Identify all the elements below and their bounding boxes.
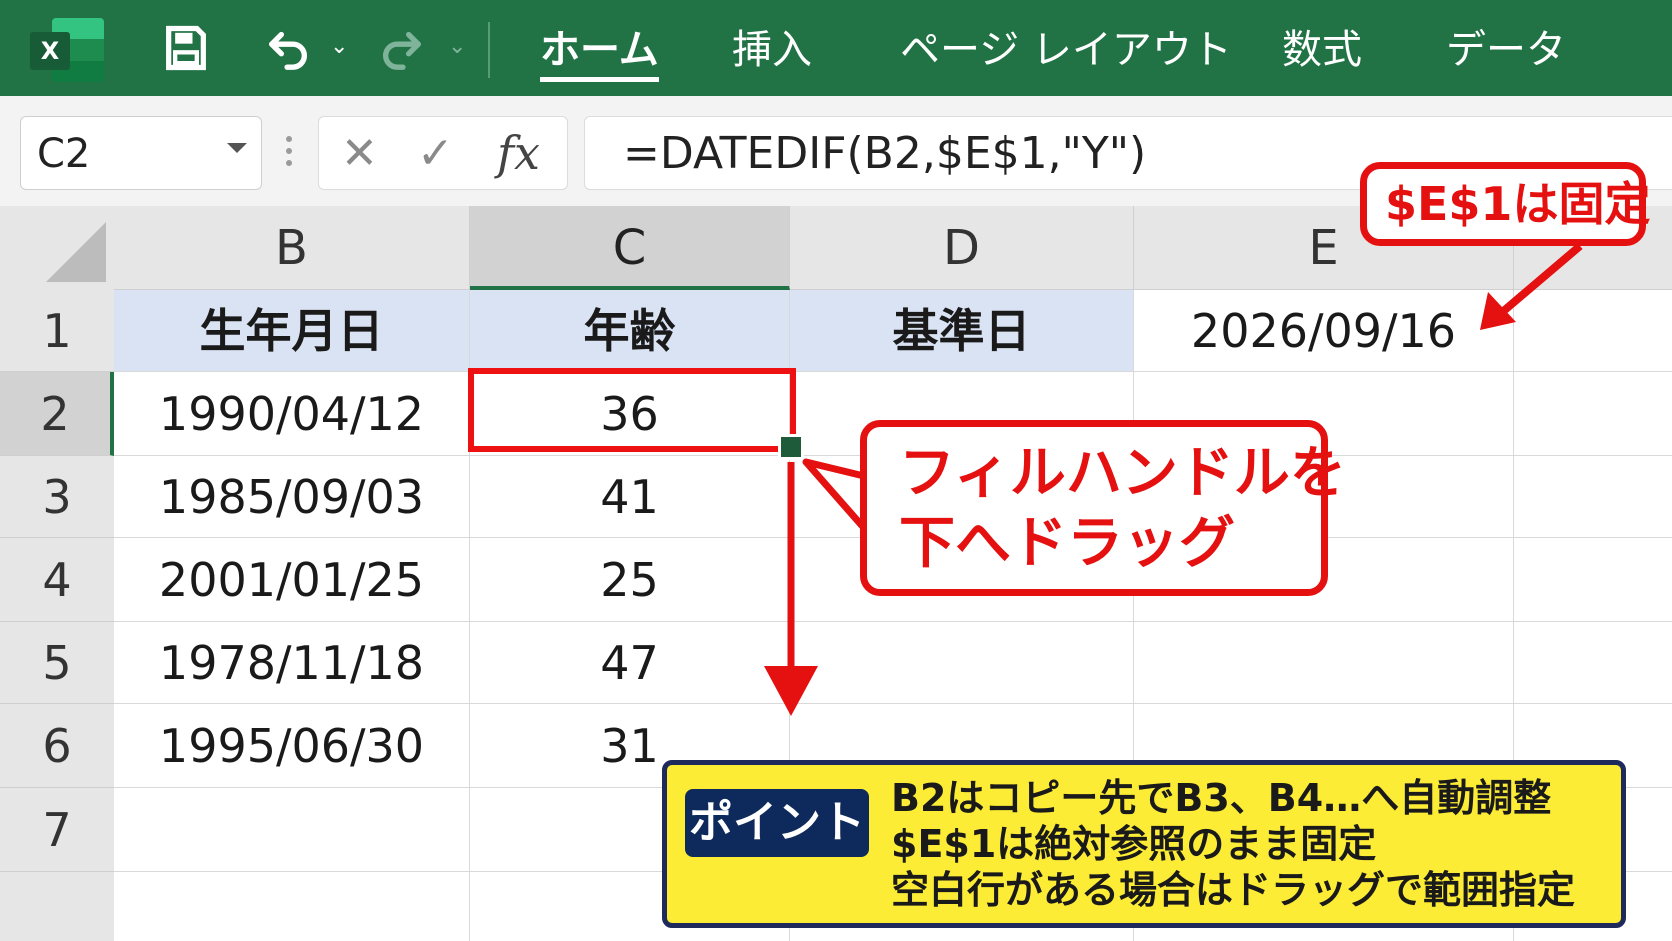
cell-b5[interactable]: 1978/11/18 — [114, 622, 470, 704]
name-box-value: C2 — [37, 131, 91, 177]
row-header-7[interactable]: 7 — [0, 788, 114, 872]
tab-insert[interactable]: 挿入 — [732, 22, 812, 78]
cell-c4[interactable]: 25 — [470, 538, 790, 622]
tip-line-3: 空白行がある場合はドラッグで範囲指定 — [891, 868, 1576, 912]
fill-handle[interactable] — [778, 434, 804, 460]
cell-b8[interactable] — [114, 872, 470, 941]
column-header-d[interactable]: D — [790, 206, 1134, 290]
fill-callout-line-2: 下へドラッグ — [899, 511, 1235, 576]
row-header-6[interactable]: 6 — [0, 704, 114, 788]
cell-f4[interactable] — [1514, 538, 1672, 622]
cell-f2[interactable] — [1514, 372, 1672, 456]
formula-bar-grip-icon[interactable] — [286, 136, 292, 172]
selected-cell-highlight — [468, 368, 796, 452]
cell-e5[interactable] — [1134, 622, 1514, 704]
tab-page-layout[interactable]: ページ レイアウト — [900, 22, 1232, 78]
enter-icon[interactable]: ✓ — [417, 127, 454, 181]
cell-b2[interactable]: 1990/04/12 — [114, 372, 470, 456]
redo-icon[interactable] — [378, 22, 424, 74]
absolute-ref-callout-text: $E$1は固定 — [1385, 177, 1651, 231]
cell-d1[interactable]: 基準日 — [790, 290, 1134, 372]
cancel-icon[interactable]: ✕ — [341, 127, 378, 181]
row-header-1[interactable]: 1 — [0, 290, 114, 372]
row-header-2[interactable]: 2 — [0, 372, 114, 456]
ribbon: X ⌄ ⌄ ホーム 挿入 ページ レイアウト 数式 データ — [0, 0, 1672, 96]
tip-label: ポイント — [685, 789, 869, 857]
save-icon[interactable] — [160, 22, 212, 74]
cell-b7[interactable] — [114, 788, 470, 872]
tip-box: ポイント B2はコピー先でB3、B4…へ自動調整 $E$1は絶対参照のまま固定 … — [662, 760, 1626, 928]
cell-c1[interactable]: 年齢 — [470, 290, 790, 372]
ribbon-divider — [488, 22, 490, 78]
absolute-ref-callout: $E$1は固定 — [1360, 162, 1650, 246]
select-all-button[interactable] — [0, 206, 114, 290]
row-header-5[interactable]: 5 — [0, 622, 114, 704]
formula-buttons: ✕ ✓ fx — [318, 116, 568, 190]
name-box[interactable]: C2 — [20, 116, 262, 190]
excel-logo-icon: X — [30, 18, 104, 82]
cell-c5[interactable]: 47 — [470, 622, 790, 704]
cell-b1[interactable]: 生年月日 — [114, 290, 470, 372]
cell-b4[interactable]: 2001/01/25 — [114, 538, 470, 622]
column-header-c[interactable]: C — [470, 206, 790, 290]
tip-line-2: $E$1は絶対参照のまま固定 — [891, 822, 1377, 866]
cell-e1[interactable]: 2026/09/16 — [1134, 290, 1514, 372]
cell-f3[interactable] — [1514, 456, 1672, 538]
cell-d5[interactable] — [790, 622, 1134, 704]
row-header-4[interactable]: 4 — [0, 538, 114, 622]
tab-formulas[interactable]: 数式 — [1282, 22, 1362, 78]
cell-f5[interactable] — [1514, 622, 1672, 704]
tab-home[interactable]: ホーム — [540, 22, 659, 82]
cell-c3[interactable]: 41 — [470, 456, 790, 538]
tip-line-1: B2はコピー先でB3、B4…へ自動調整 — [891, 776, 1552, 820]
cell-b3[interactable]: 1985/09/03 — [114, 456, 470, 538]
undo-dropdown-icon[interactable]: ⌄ — [330, 34, 348, 59]
column-header-b[interactable]: B — [114, 206, 470, 290]
cell-f1[interactable] — [1514, 290, 1672, 372]
fill-handle-callout: フィルハンドルを 下へドラッグ — [860, 420, 1346, 596]
tab-data[interactable]: データ — [1446, 22, 1566, 78]
name-box-dropdown-icon[interactable] — [227, 143, 247, 153]
row-header-8[interactable] — [0, 872, 114, 941]
cell-b6[interactable]: 1995/06/30 — [114, 704, 470, 788]
formula-text: =DATEDIF(B2,$E$1,"Y") — [623, 128, 1147, 179]
fill-callout-line-1: フィルハンドルを — [899, 441, 1346, 506]
redo-dropdown-icon[interactable]: ⌄ — [448, 34, 466, 59]
row-header-3[interactable]: 3 — [0, 456, 114, 538]
undo-icon[interactable] — [266, 22, 312, 74]
insert-function-icon[interactable]: fx — [497, 123, 540, 183]
